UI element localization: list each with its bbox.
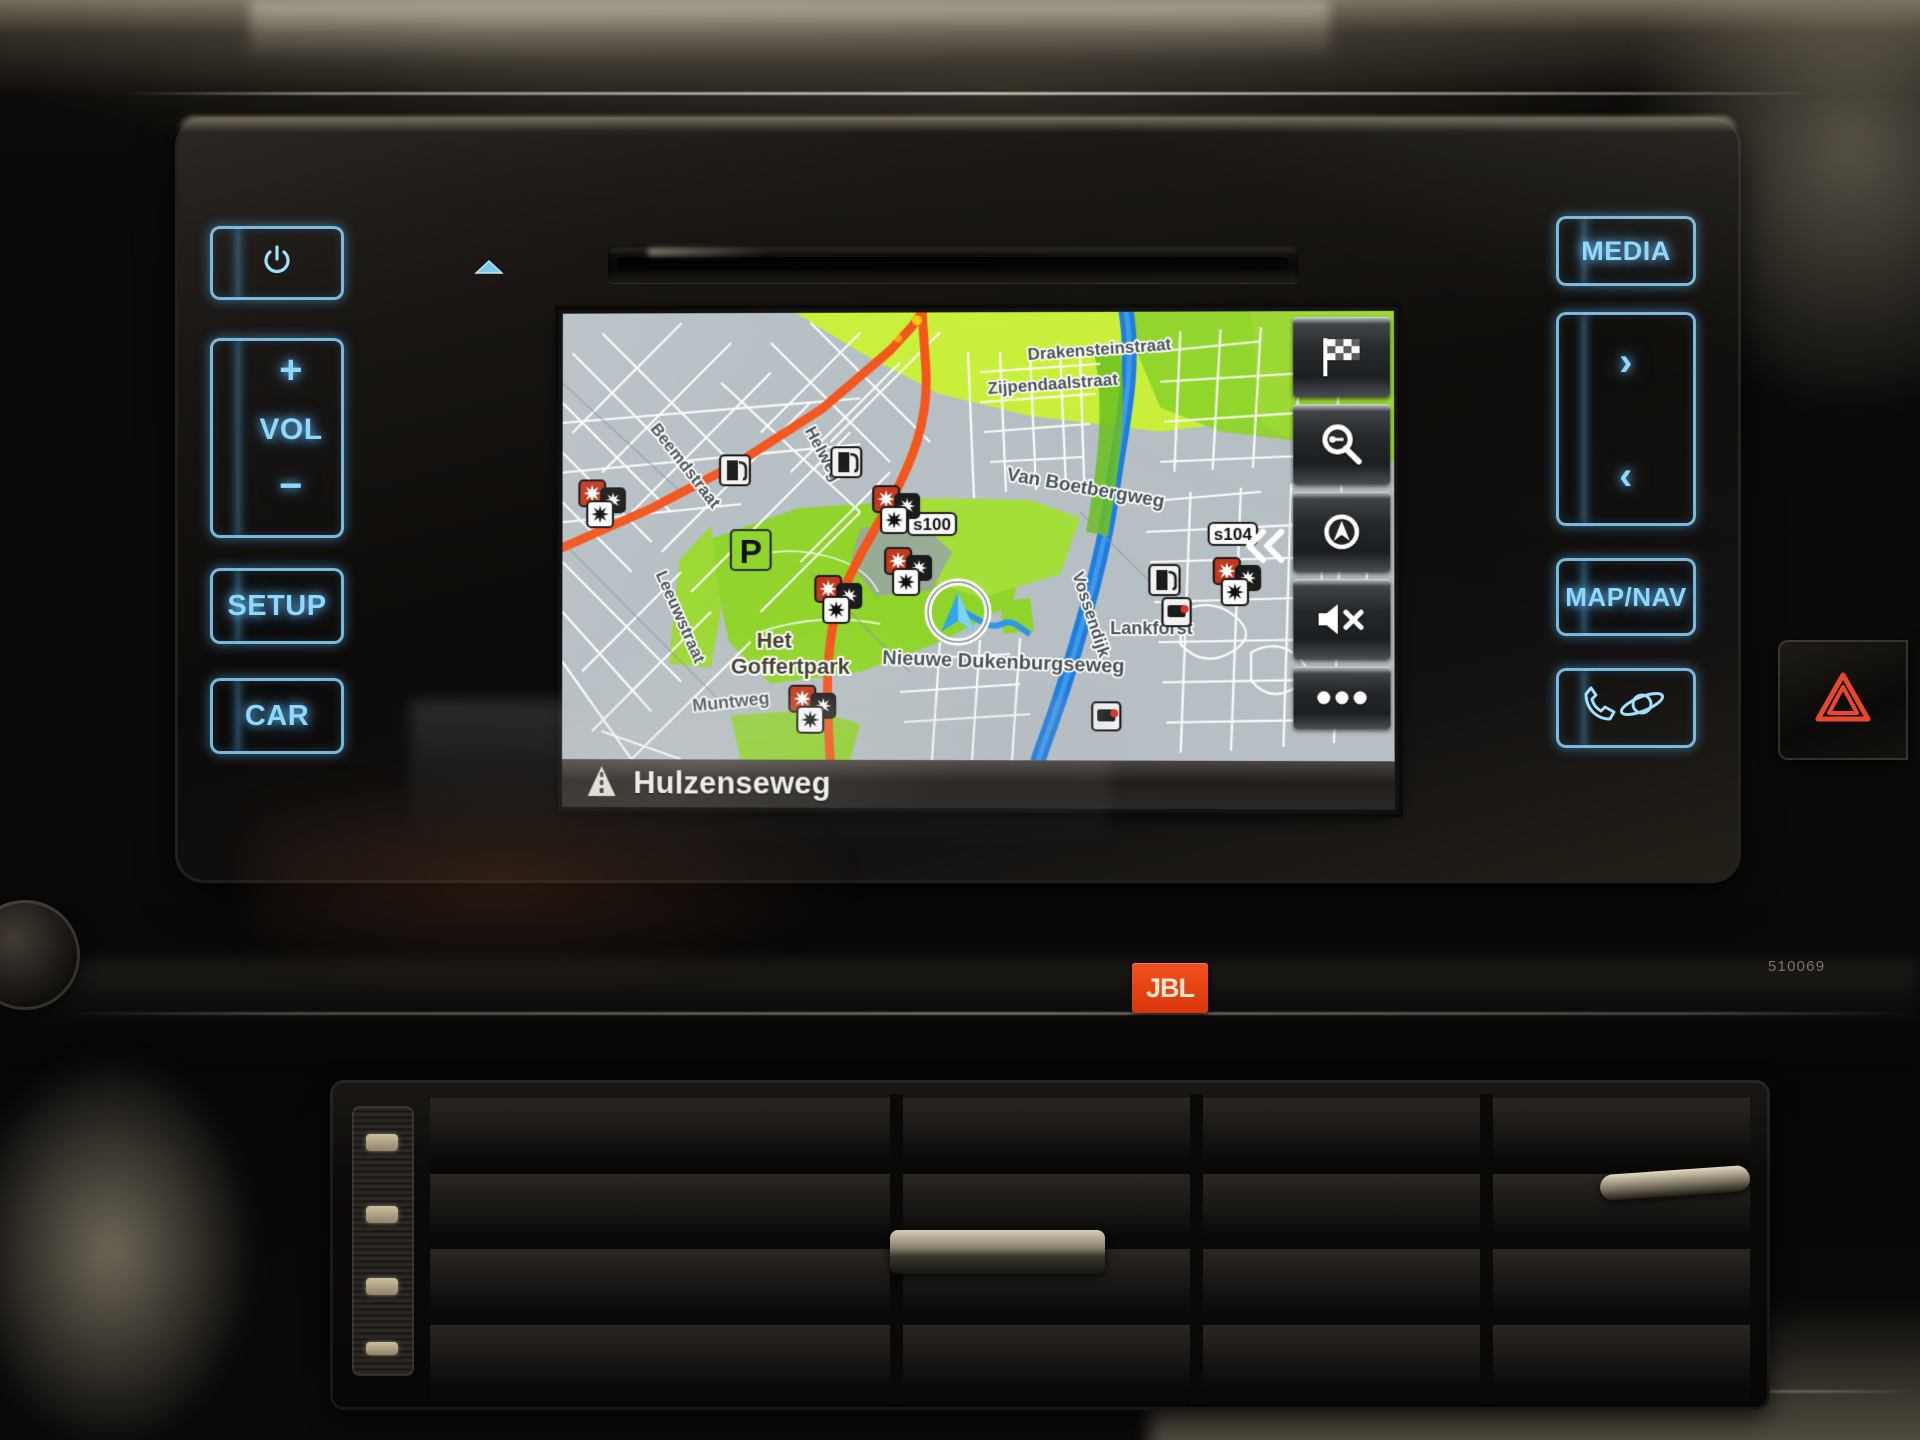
vent-thumbwheel-notch <box>366 1206 398 1223</box>
map-nav-button[interactable]: MAP/NAV <box>1556 558 1696 636</box>
jbl-badge-text: JBL <box>1145 972 1195 1003</box>
vent-slat <box>430 1324 1750 1400</box>
volume-up-button[interactable]: + <box>238 348 344 392</box>
fuel-station-icon[interactable] <box>720 455 750 485</box>
map-area-label: Het <box>757 628 793 653</box>
minus-icon: − <box>279 463 303 508</box>
vent-divider-mid <box>1190 1094 1203 1404</box>
seek-down-button[interactable]: ‹ <box>1556 426 1696 526</box>
camera-icon[interactable] <box>1162 598 1190 626</box>
seek-up-button[interactable]: › <box>1556 312 1696 412</box>
eject-icon[interactable] <box>474 258 504 280</box>
volume-down-button[interactable]: − <box>238 464 344 508</box>
dashboard-scene: + VOL − SETUP CAR MEDIA › ‹ MAP/NAV Beem… <box>0 0 1920 1440</box>
vent-thumbwheel-notch <box>366 1134 398 1151</box>
fuel-station-icon[interactable] <box>1149 565 1179 595</box>
map-osd-controls[interactable] <box>1293 316 1391 730</box>
heading-button[interactable] <box>1293 491 1391 573</box>
head-unit-top-edge <box>178 116 1738 132</box>
double-chevron-left-icon <box>1243 528 1287 564</box>
vent-divider-right <box>1480 1094 1493 1404</box>
vent-slat <box>430 1098 1750 1174</box>
car-button[interactable]: CAR <box>210 678 344 754</box>
more-options-button[interactable] <box>1293 666 1391 730</box>
checkered-flag-icon <box>1316 334 1367 380</box>
hand-reflection <box>250 770 870 970</box>
fuel-station-icon[interactable] <box>831 447 861 477</box>
zoom-button[interactable] <box>1293 404 1391 485</box>
parking-icon[interactable]: P <box>731 530 771 571</box>
center-air-vent[interactable] <box>330 1080 1770 1410</box>
ellipsis-icon <box>1316 690 1369 706</box>
plus-icon: + <box>279 347 303 392</box>
svg-text:P: P <box>739 533 762 571</box>
road-shield-text: s100 <box>913 515 951 534</box>
vent-thumbwheel-notch <box>366 1278 398 1295</box>
power-icon <box>262 244 292 282</box>
cd-slot-sheen <box>648 248 768 256</box>
hazard-button[interactable] <box>1778 640 1908 760</box>
destination-button[interactable] <box>1293 316 1390 398</box>
cd-slot-inner <box>618 257 1288 271</box>
gloss-band <box>0 960 1920 1070</box>
volume-label[interactable]: VOL <box>238 408 344 452</box>
trim-line-top <box>120 92 1820 95</box>
media-button[interactable]: MEDIA <box>1556 216 1696 286</box>
vent-direction-handle[interactable] <box>890 1230 1105 1274</box>
volume-bracket-left <box>210 338 238 538</box>
dash-top-sheen <box>250 0 1330 62</box>
jbl-badge: JBL <box>1132 963 1208 1013</box>
compass-heading-icon <box>1318 509 1365 555</box>
map-canvas[interactable]: Beemdstraat Helweg Drakensteinstraat Zijpen… <box>562 310 1395 762</box>
mute-button[interactable] <box>1293 579 1391 660</box>
serial-code: 510069 <box>1768 958 1826 975</box>
speaker-mute-icon <box>1315 599 1370 639</box>
power-button[interactable] <box>210 226 344 300</box>
phone-voice-icon <box>1580 686 1672 731</box>
phone-voice-button[interactable] <box>1556 668 1696 748</box>
vent-thumbwheel-notch <box>366 1342 398 1355</box>
vent-thumbwheel[interactable] <box>352 1106 414 1376</box>
cd-slot[interactable] <box>608 245 1298 283</box>
hazard-warning-icon <box>1812 669 1874 732</box>
map-area-label: Goffertpark <box>731 654 851 679</box>
dash-left-highlight <box>0 1050 260 1440</box>
collapse-panel-button[interactable] <box>1243 524 1287 568</box>
setup-button[interactable]: SETUP <box>210 568 344 644</box>
trim-line-mid <box>60 1012 1920 1015</box>
magnifier-zoom-icon <box>1318 421 1364 467</box>
